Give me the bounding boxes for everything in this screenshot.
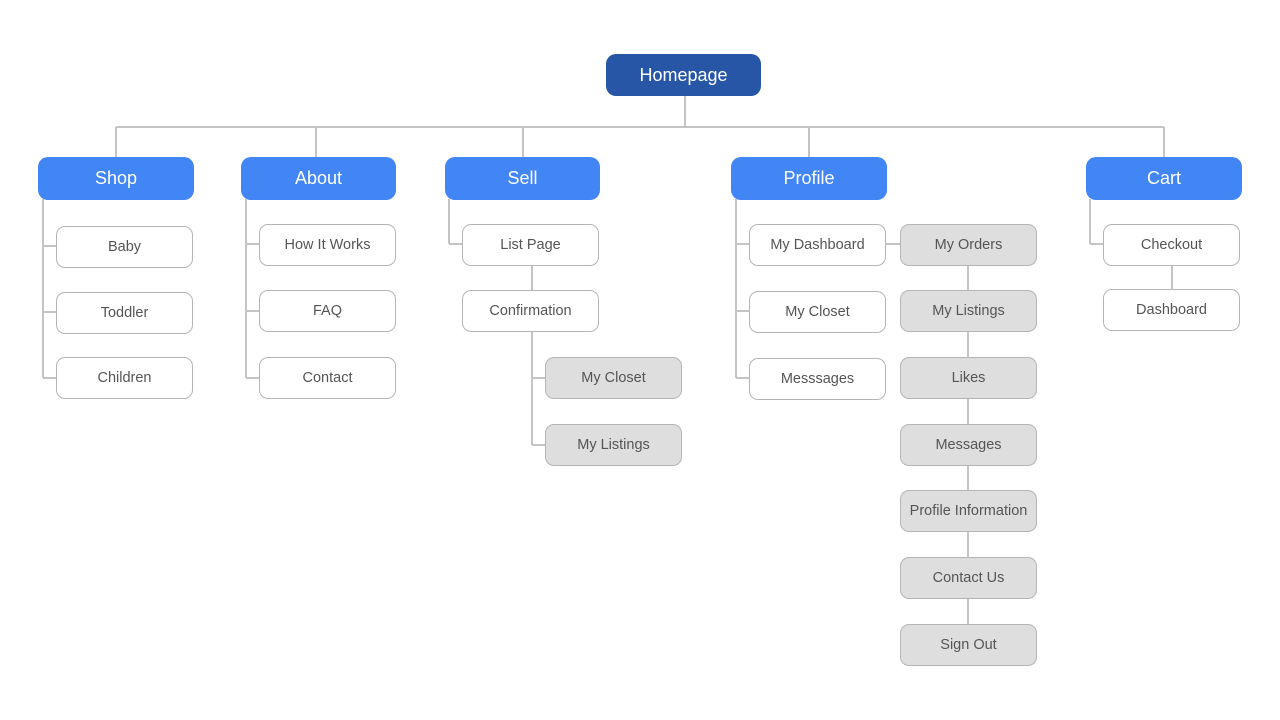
node-label: List Page <box>500 237 561 253</box>
node-label: Cart <box>1146 168 1181 188</box>
section-about[interactable]: About <box>241 157 396 200</box>
page-list-page[interactable]: List Page <box>462 224 599 266</box>
node-label: Confirmation <box>489 303 572 319</box>
node-label: Baby <box>107 239 142 255</box>
node-label: Profile Information <box>909 503 1028 519</box>
page-dashboard[interactable]: Dashboard <box>1103 289 1240 331</box>
node-label: Toddler <box>100 305 149 321</box>
node-label: My Orders <box>934 237 1003 253</box>
node-label: My Closet <box>581 370 646 386</box>
node-label: Checkout <box>1140 237 1203 253</box>
subpage-my-listings[interactable]: My Listings <box>900 290 1037 332</box>
subpage-sign-out[interactable]: Sign Out <box>900 624 1037 666</box>
node-label: Children <box>97 370 152 386</box>
node-label: Profile <box>783 168 835 188</box>
node-label: Messages <box>935 437 1002 453</box>
subpage-contact-us[interactable]: Contact Us <box>900 557 1037 599</box>
page-how-it-works[interactable]: How It Works <box>259 224 396 266</box>
subpage-my-orders[interactable]: My Orders <box>900 224 1037 266</box>
page-my-closet[interactable]: My Closet <box>749 291 886 333</box>
node-label: Dashboard <box>1136 302 1207 318</box>
node-label: Contact Us <box>932 570 1005 586</box>
section-shop[interactable]: Shop <box>38 157 194 200</box>
page-toddler[interactable]: Toddler <box>56 292 193 334</box>
section-profile[interactable]: Profile <box>731 157 887 200</box>
subpage-likes[interactable]: Likes <box>900 357 1037 399</box>
section-sell[interactable]: Sell <box>445 157 600 200</box>
page-confirmation[interactable]: Confirmation <box>462 290 599 332</box>
node-label: FAQ <box>312 303 342 319</box>
node-label: Sign Out <box>940 637 997 653</box>
node-label: Sell <box>507 168 538 188</box>
page-my-dashboard[interactable]: My Dashboard <box>749 224 886 266</box>
section-cart[interactable]: Cart <box>1086 157 1242 200</box>
node-label: How It Works <box>284 237 371 253</box>
node-label: Shop <box>94 168 138 188</box>
node-homepage[interactable]: Homepage <box>606 54 761 96</box>
page-baby[interactable]: Baby <box>56 226 193 268</box>
node-label: Messsages <box>780 371 855 387</box>
subpage-my-listings[interactable]: My Listings <box>545 424 682 466</box>
node-label: Contact <box>302 370 353 386</box>
node-label: My Listings <box>577 437 650 453</box>
node-label: My Closet <box>785 304 850 320</box>
page-checkout[interactable]: Checkout <box>1103 224 1240 266</box>
node-label: Homepage <box>639 64 728 85</box>
node-label: My Dashboard <box>770 237 865 253</box>
subpage-profile-information[interactable]: Profile Information <box>900 490 1037 532</box>
subpage-my-closet[interactable]: My Closet <box>545 357 682 399</box>
page-contact[interactable]: Contact <box>259 357 396 399</box>
page-children[interactable]: Children <box>56 357 193 399</box>
page-faq[interactable]: FAQ <box>259 290 396 332</box>
node-label: My Listings <box>932 303 1005 319</box>
node-label: About <box>294 168 343 188</box>
subpage-messages[interactable]: Messages <box>900 424 1037 466</box>
page-messsages[interactable]: Messsages <box>749 358 886 400</box>
node-label: Likes <box>951 370 986 386</box>
